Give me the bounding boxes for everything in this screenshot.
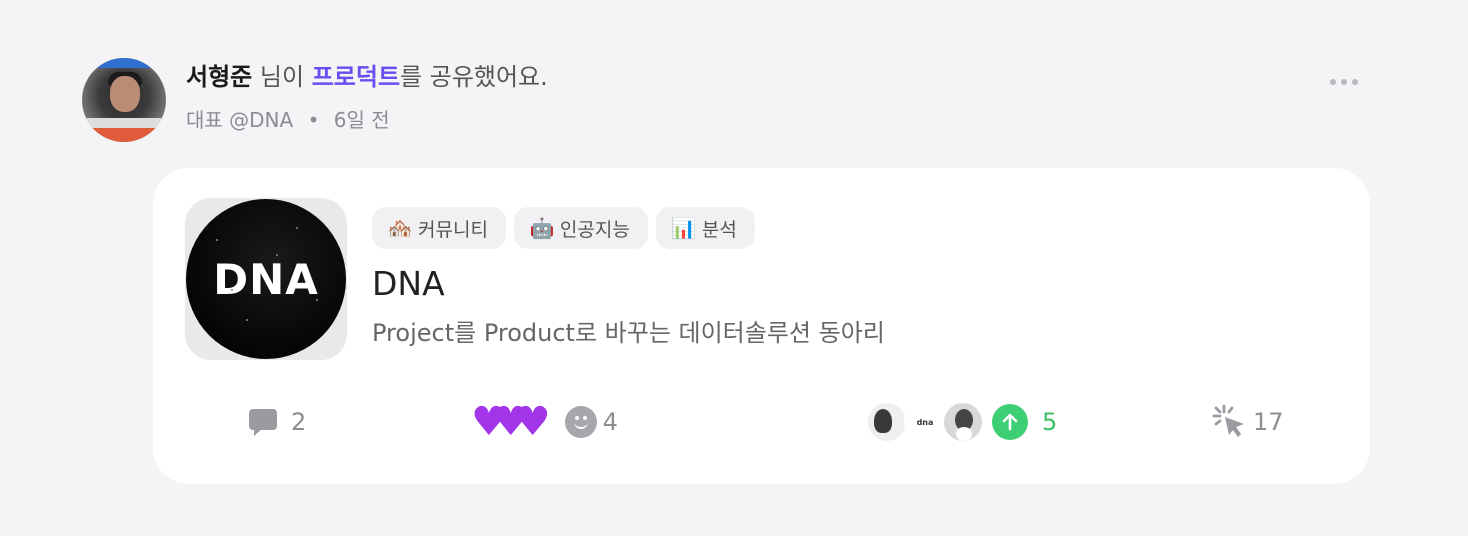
product-card[interactable]: DNA 🏘️ 커뮤니티 🤖 인공지능 📊 분석 DNA Project를 Pro… — [153, 168, 1370, 484]
logo-text: DNA — [213, 254, 319, 304]
upvoter-avatar-label: dna — [916, 417, 934, 427]
reaction-hearts[interactable]: ♥ ♥ ♥ — [471, 396, 551, 448]
meta-separator: • — [307, 108, 320, 132]
product-link[interactable]: 프로덕트 — [312, 63, 400, 91]
bar-chart-icon: 📊 — [671, 216, 697, 240]
author-name[interactable]: 서형준 — [186, 63, 252, 91]
upvote-count: 5 — [1042, 408, 1058, 436]
add-reaction-button[interactable]: 4 — [564, 406, 618, 438]
avatar-detail — [110, 76, 140, 112]
more-dot-icon — [1330, 79, 1336, 85]
more-options-button[interactable] — [1330, 72, 1362, 92]
house-icon: 🏘️ — [387, 216, 413, 240]
purple-heart-icon: ♥ — [514, 399, 551, 445]
comment-count: 2 — [291, 408, 307, 436]
reactions: ♥ ♥ ♥ 4 — [471, 396, 618, 448]
action-suffix: 를 공유했어요. — [400, 63, 548, 91]
more-dot-icon — [1352, 79, 1358, 85]
click-count: 17 — [1253, 408, 1284, 436]
arrow-up-icon — [1002, 413, 1018, 431]
tag-community[interactable]: 🏘️ 커뮤니티 — [372, 207, 506, 249]
upvoter-avatar[interactable]: dna — [904, 401, 946, 443]
more-dot-icon — [1341, 79, 1347, 85]
stats-bar: 2 ♥ ♥ ♥ 4 dna 5 17 — [153, 396, 1370, 448]
tag-label: 인공지능 — [559, 218, 630, 241]
tag-analytics[interactable]: 📊 분석 — [655, 207, 755, 249]
cursor-click-icon — [1212, 404, 1244, 437]
reaction-count: 4 — [602, 408, 618, 436]
avatar-detail — [82, 58, 166, 68]
avatar-detail — [82, 128, 166, 142]
tag-label: 분석 — [701, 218, 737, 241]
author-meta: 대표 @DNA • 6일 전 — [186, 106, 390, 134]
robot-icon: 🤖 — [529, 216, 555, 240]
action-prefix: 님이 — [259, 63, 305, 91]
upvoter-avatar[interactable] — [942, 401, 984, 443]
post-header: 서형준 님이 프로덕트를 공유했어요. — [186, 61, 548, 93]
product-title[interactable]: DNA — [372, 262, 445, 306]
tag-ai[interactable]: 🤖 인공지능 — [513, 207, 648, 249]
upvoter-avatar[interactable] — [866, 401, 908, 443]
author-avatar[interactable] — [82, 58, 166, 142]
product-logo-circle: DNA — [186, 199, 346, 359]
comment-button[interactable]: 2 — [249, 396, 306, 448]
tag-label: 커뮤니티 — [418, 218, 488, 241]
product-description: Project를 Product로 바꾸는 데이터솔루션 동아리 — [372, 319, 885, 347]
smile-icon — [564, 406, 597, 438]
comment-icon — [249, 409, 277, 436]
upvote-group: dna 5 — [866, 396, 1057, 448]
product-logo[interactable]: DNA — [185, 198, 347, 360]
click-stat: 17 — [1211, 396, 1284, 448]
author-role: 대표 @DNA — [186, 108, 294, 132]
tag-list: 🏘️ 커뮤니티 🤖 인공지능 📊 분석 — [372, 207, 755, 249]
post-time: 6일 전 — [333, 108, 390, 132]
upvote-button[interactable] — [992, 404, 1028, 440]
